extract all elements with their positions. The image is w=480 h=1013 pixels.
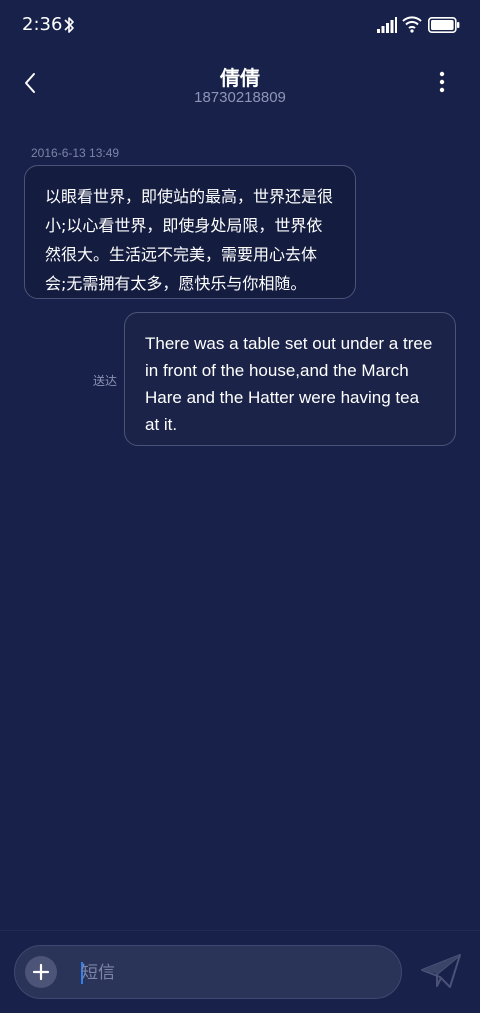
message-line: at it. [145, 415, 178, 434]
send-icon[interactable] [420, 953, 462, 991]
outgoing-message-bubble[interactable]: There was a table set out under a tree i… [124, 312, 456, 446]
message-line: in front of the house,and the March [145, 361, 409, 380]
bluetooth-icon [64, 17, 74, 33]
message-line: 会;无需拥有太多，愿快乐与你相随。 [45, 274, 307, 293]
wifi-icon [402, 16, 422, 33]
message-input-container[interactable] [14, 945, 402, 999]
battery-icon [428, 17, 460, 33]
status-bar: 2:36 [0, 0, 480, 52]
status-time: 2:36 [22, 14, 63, 35]
messaging-screen: 2:36 倩倩 18730218809 2016-6-13 13:49 以眼看世… [0, 0, 480, 1013]
delivery-status: 送达 [93, 374, 118, 388]
message-line: 以眼看世界，即使站的最高，世界还是很 [45, 187, 334, 206]
message-line: 然很大。生活远不完美，需要用心去体 [45, 245, 318, 264]
message-timestamp: 2016-6-13 13:49 [31, 146, 120, 160]
message-line: Hare and the Hatter were having tea [145, 388, 420, 407]
contact-name: 倩倩 [220, 66, 260, 90]
message-composer [0, 930, 480, 1013]
incoming-message-bubble[interactable]: 以眼看世界，即使站的最高，世界还是很 小;以心看世界，即使身处局限，世界依 然很… [24, 165, 356, 299]
message-input[interactable] [81, 958, 381, 988]
signal-icon [377, 17, 397, 33]
conversation-header: 倩倩 18730218809 [0, 52, 480, 122]
message-line: 小;以心看世界，即使身处局限，世界依 [45, 216, 323, 235]
message-line: There was a table set out under a tree [145, 334, 433, 353]
contact-number: 18730218809 [194, 89, 286, 106]
more-vertical-icon[interactable] [430, 68, 454, 98]
plus-icon [32, 963, 50, 981]
add-attachment-button[interactable] [25, 956, 57, 988]
